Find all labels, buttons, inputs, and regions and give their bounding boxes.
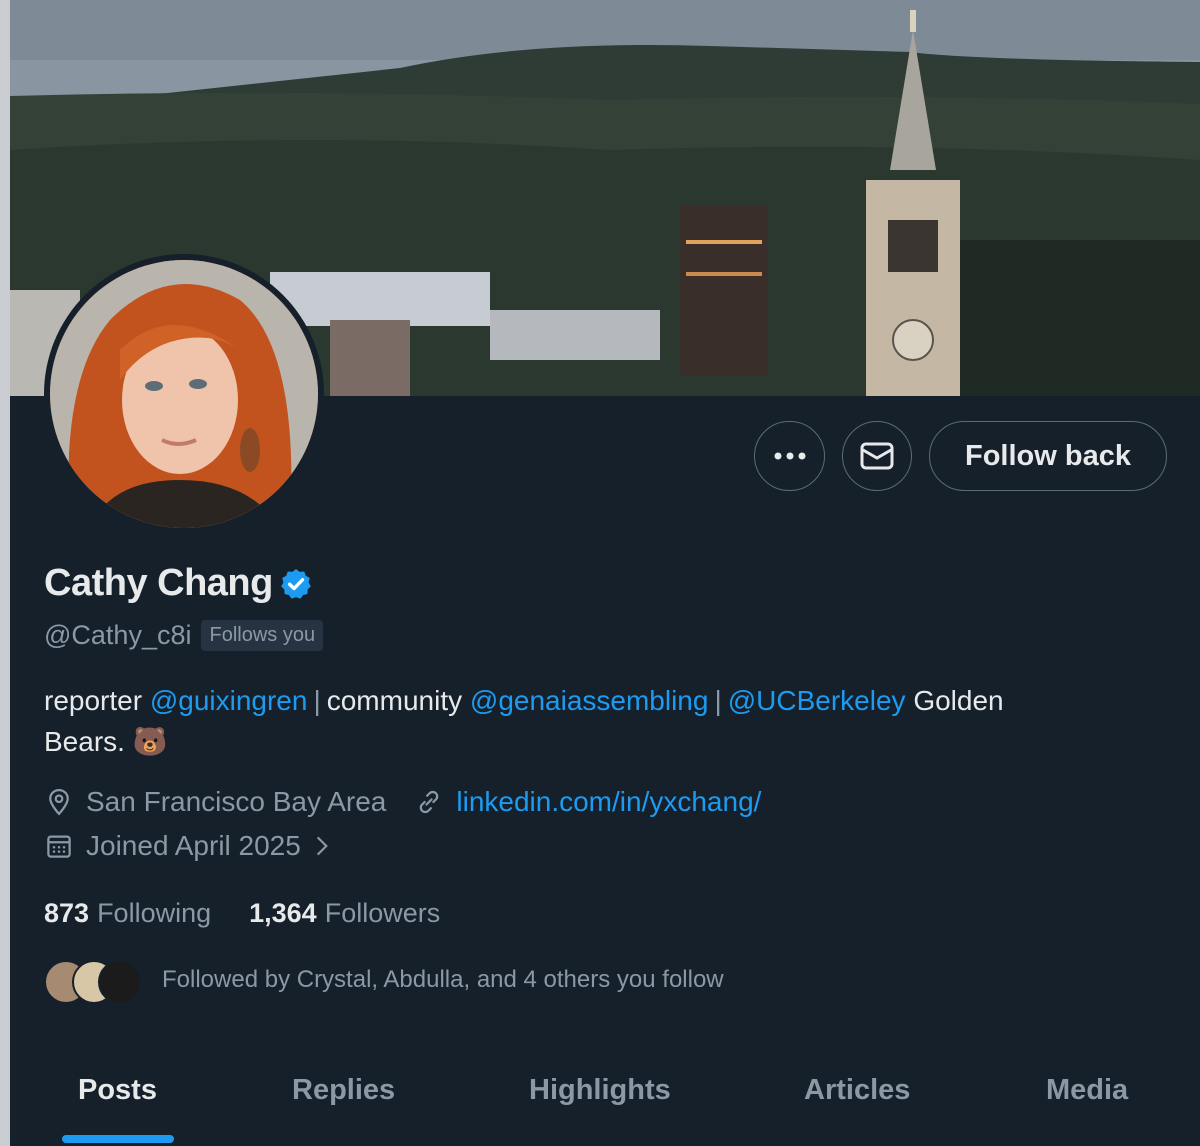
bio-mention-ucberkeley[interactable]: @UCBerkeley: [728, 685, 906, 716]
follow-back-button[interactable]: Follow back: [929, 421, 1167, 491]
tab-media[interactable]: Media: [1046, 1074, 1128, 1107]
display-name: Cathy Chang: [44, 562, 273, 604]
tab-replies[interactable]: Replies: [292, 1074, 395, 1107]
more-options-button[interactable]: [754, 421, 825, 491]
bio-separator: |: [714, 685, 722, 716]
window-edge: [0, 0, 10, 1146]
more-dots-icon: [774, 452, 805, 460]
follows-you-badge: Follows you: [201, 620, 324, 651]
link-icon: [420, 790, 439, 814]
tab-articles[interactable]: Articles: [804, 1074, 910, 1107]
profile-tabs: Posts Replies Highlights Articles Media: [10, 1060, 1200, 1146]
followed-by-text: Followed by Crystal, Abdulla, and 4 othe…: [162, 966, 724, 993]
bio-text: Golden: [913, 685, 1004, 716]
bio-text: reporter: [44, 685, 143, 716]
chevron-right-icon: [316, 836, 328, 856]
message-button[interactable]: [842, 421, 912, 491]
location-text: San Francisco Bay Area: [86, 786, 387, 817]
profile-meta-row: San Francisco Bay Area linkedin.com/in/y…: [44, 786, 761, 818]
user-handle: @Cathy_c8i: [44, 620, 192, 650]
website-link[interactable]: linkedin.com/in/yxchang/: [456, 786, 761, 818]
active-tab-indicator: [62, 1135, 174, 1143]
following-label: Following: [97, 898, 212, 928]
name-row: Cathy Chang: [44, 562, 313, 605]
follow-back-label: Follow back: [965, 439, 1131, 472]
calendar-icon: [47, 835, 71, 858]
joined-row[interactable]: Joined April 2025: [44, 830, 347, 862]
tab-posts[interactable]: Posts: [78, 1074, 157, 1107]
followers-stat[interactable]: 1,364 Followers: [249, 898, 440, 929]
location-pin-icon: [49, 788, 69, 816]
bio-mention-genaiassembling[interactable]: @genaiassembling: [470, 685, 709, 716]
joined-text: Joined April 2025: [86, 830, 301, 861]
profile-bio: reporter @guixingren | community @genaiass…: [44, 680, 1164, 762]
following-count: 873: [44, 898, 90, 928]
tab-highlights[interactable]: Highlights: [529, 1074, 671, 1107]
bio-separator: |: [313, 685, 321, 716]
handle-row: @Cathy_c8i Follows you: [44, 620, 324, 651]
mutual-avatar: [98, 960, 142, 1004]
verified-badge-icon[interactable]: [279, 567, 313, 601]
bio-text: community: [326, 685, 463, 716]
envelope-icon: [860, 442, 894, 470]
avatar-photo: [50, 260, 318, 528]
follow-stats: 873 Following 1,364 Followers: [44, 898, 478, 929]
following-stat[interactable]: 873 Following: [44, 898, 211, 929]
mutual-avatars: [44, 958, 142, 1004]
followers-count: 1,364: [249, 898, 317, 928]
profile-avatar[interactable]: [44, 254, 324, 534]
followed-by-row[interactable]: Followed by Crystal, Abdulla, and 4 othe…: [44, 958, 724, 1004]
followers-label: Followers: [324, 898, 441, 928]
bio-mention-guixingren[interactable]: @guixingren: [150, 685, 308, 716]
bio-text-line2: Bears. 🐻: [44, 726, 168, 757]
